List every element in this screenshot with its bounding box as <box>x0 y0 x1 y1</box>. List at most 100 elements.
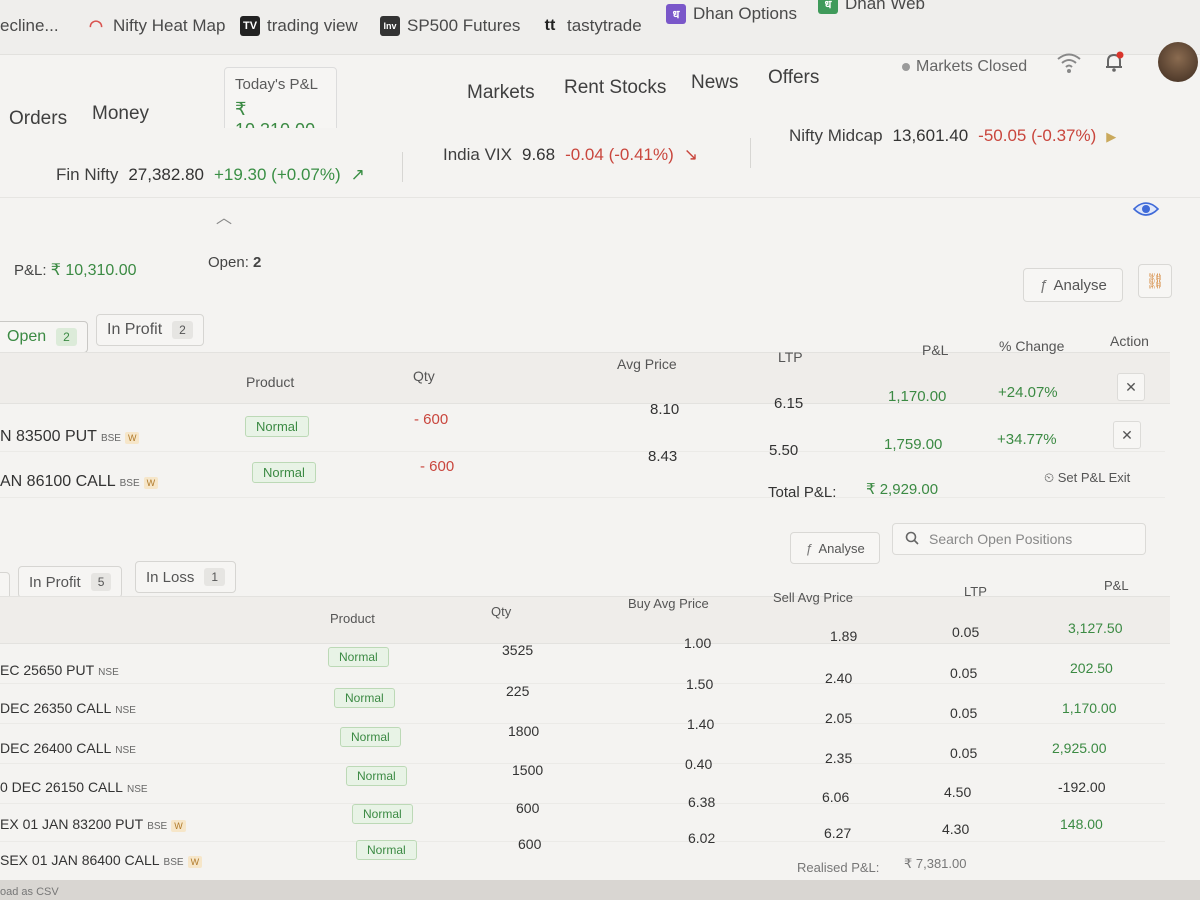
heatmap-icon: ◠ <box>89 18 103 35</box>
position-qty: 600 <box>516 800 540 816</box>
product-badge: Normal <box>356 840 417 860</box>
position-qty: 1800 <box>508 723 540 739</box>
position-change: +34.77% <box>997 431 1057 448</box>
sell-avg: 1.89 <box>830 628 858 644</box>
position-qty: 1500 <box>512 762 544 778</box>
table-row[interactable] <box>0 644 1165 684</box>
bookmark-nifty-heat-map[interactable]: ◠ Nifty Heat Map <box>86 16 225 36</box>
position-pnl: 148.00 <box>1060 816 1103 832</box>
function-icon: ƒ <box>805 540 813 556</box>
col-pnl: P&L <box>922 342 949 358</box>
tab-in-profit-closed[interactable]: In Profit 5 <box>18 566 123 598</box>
exit-position-button[interactable]: ✕ <box>1117 373 1145 401</box>
analyse-button[interactable]: ƒ Analyse <box>1023 268 1123 302</box>
nav-news[interactable]: News <box>691 72 739 94</box>
product-badge: Normal <box>334 688 395 708</box>
position-pnl: 3,127.50 <box>1068 620 1123 636</box>
tradingview-icon: TV <box>240 16 260 36</box>
bookmark-trading-view[interactable]: TV trading view <box>240 16 358 36</box>
table-row[interactable] <box>0 404 1165 452</box>
col-sell-avg-price: Sell Avg Price <box>773 590 853 605</box>
col-product: Product <box>330 611 375 626</box>
dhan-icon: ध <box>666 4 686 24</box>
monitor-bezel <box>0 880 1200 900</box>
bookmark-sp500-futures[interactable]: Inv SP500 Futures <box>380 16 520 36</box>
wifi-icon[interactable] <box>1056 50 1082 80</box>
nav-rent-stocks[interactable]: Rent Stocks <box>564 77 666 99</box>
col-change: % Change <box>999 338 1065 354</box>
position-avg: 8.10 <box>650 401 680 418</box>
table-row[interactable] <box>0 452 1165 498</box>
col-qty: Qty <box>413 368 435 384</box>
product-badge: Normal <box>346 766 407 786</box>
position-ltp: 6.15 <box>774 395 804 412</box>
sell-avg: 2.40 <box>825 670 853 686</box>
position-symbol: SEX 01 JAN 86400 CALL BSE W <box>0 852 203 868</box>
search-positions-input[interactable]: Search Open Positions <box>892 523 1146 555</box>
position-symbol: 0 DEC 26150 CALL NSE <box>0 779 148 795</box>
bookmark-dhan-options[interactable]: ध Dhan Options <box>666 4 797 24</box>
arrow-up-right-icon: ↗ <box>350 165 365 184</box>
ticker-fin-nifty[interactable]: Fin Nifty 27,382.80 +19.30 (+0.07%) ↗ <box>56 165 365 185</box>
bookmark-tastytrade[interactable]: tt tastytrade <box>540 16 642 36</box>
bookmark-dhan-web[interactable]: ध Dhan Web <box>818 0 925 14</box>
todays-pnl-card[interactable]: Today's P&L ₹ 10,310.00 <box>224 67 337 140</box>
bookmark-decline[interactable]: ecline... <box>0 16 59 36</box>
tab-in-profit[interactable]: In Profit 2 <box>96 314 204 346</box>
buy-avg: 1.40 <box>687 716 715 732</box>
col-pnl: P&L <box>1104 578 1129 593</box>
col-qty: Qty <box>491 604 512 619</box>
sell-avg: 2.05 <box>825 710 853 726</box>
position-pnl: 2,925.00 <box>1052 740 1107 756</box>
collapse-chevron-icon[interactable]: ︿ <box>216 204 232 228</box>
realised-pnl-value: ₹ 7,381.00 <box>904 856 967 871</box>
pnl-summary: P&L: ₹ 10,310.00 <box>14 262 137 279</box>
position-symbol: AN 86100 CALL BSE W <box>0 473 159 491</box>
play-icon[interactable]: ▶ <box>1106 129 1116 145</box>
nav-orders[interactable]: Orders <box>9 108 67 130</box>
col-ltp: LTP <box>778 349 803 365</box>
position-ltp: 4.50 <box>944 784 972 800</box>
total-pnl-value: ₹ 2,929.00 <box>866 481 939 498</box>
table-row[interactable] <box>0 724 1165 764</box>
product-badge: Normal <box>245 416 309 437</box>
position-symbol: DEC 26400 CALL NSE <box>0 740 136 756</box>
nav-markets[interactable]: Markets <box>467 82 535 104</box>
ticker-india-vix[interactable]: India VIX 9.68 -0.04 (-0.41%) ↘ <box>443 145 698 165</box>
col-ltp: LTP <box>964 584 987 599</box>
position-symbol: DEC 26350 CALL NSE <box>0 700 136 716</box>
product-badge: Normal <box>352 804 413 824</box>
market-status: Markets Closed <box>902 58 1027 76</box>
user-avatar[interactable] <box>1158 42 1198 82</box>
position-pnl: 1,759.00 <box>884 436 943 453</box>
col-action: Action <box>1110 333 1149 349</box>
product-badge: Normal <box>340 727 401 747</box>
tab-in-loss-closed[interactable]: In Loss 1 <box>135 561 237 593</box>
total-pnl-label: Total P&L: <box>768 484 837 501</box>
realised-pnl-label: Realised P&L: <box>797 860 880 875</box>
position-qty: 225 <box>506 683 530 699</box>
nav-money[interactable]: Money <box>92 103 149 125</box>
ticker-nifty-midcap[interactable]: Nifty Midcap 13,601.40 -50.05 (-0.37%) ▶ <box>789 126 1116 146</box>
analyse-closed-button[interactable]: ƒ Analyse <box>790 532 880 564</box>
position-pnl: 1,170.00 <box>888 388 947 405</box>
eye-icon[interactable] <box>1132 200 1160 224</box>
tab-open[interactable]: Open 2 <box>0 321 88 353</box>
bookmarks-bar: ecline... ◠ Nifty Heat Map TV trading vi… <box>0 0 1200 55</box>
position-avg: 8.43 <box>648 448 678 465</box>
exit-position-button[interactable]: ✕ <box>1113 421 1141 449</box>
position-qty: 600 <box>518 836 542 852</box>
tastytrade-icon: tt <box>544 17 556 34</box>
set-pnl-exit-button[interactable]: ⏲ Set P&L Exit <box>1044 470 1130 486</box>
position-ltp: 0.05 <box>950 745 978 761</box>
nav-offers[interactable]: Offers <box>768 67 819 89</box>
sell-avg: 6.27 <box>824 825 852 841</box>
link-icon[interactable]: ⛓ <box>1138 264 1172 298</box>
buy-avg: 1.00 <box>684 635 712 651</box>
table-row[interactable] <box>0 684 1165 724</box>
open-count: Open: 2 <box>208 254 262 271</box>
table-row[interactable] <box>0 764 1165 804</box>
todays-pnl-label: Today's P&L <box>235 76 318 93</box>
notification-bell-icon[interactable] <box>1102 50 1126 80</box>
download-csv-link[interactable]: oad as CSV <box>0 886 59 898</box>
